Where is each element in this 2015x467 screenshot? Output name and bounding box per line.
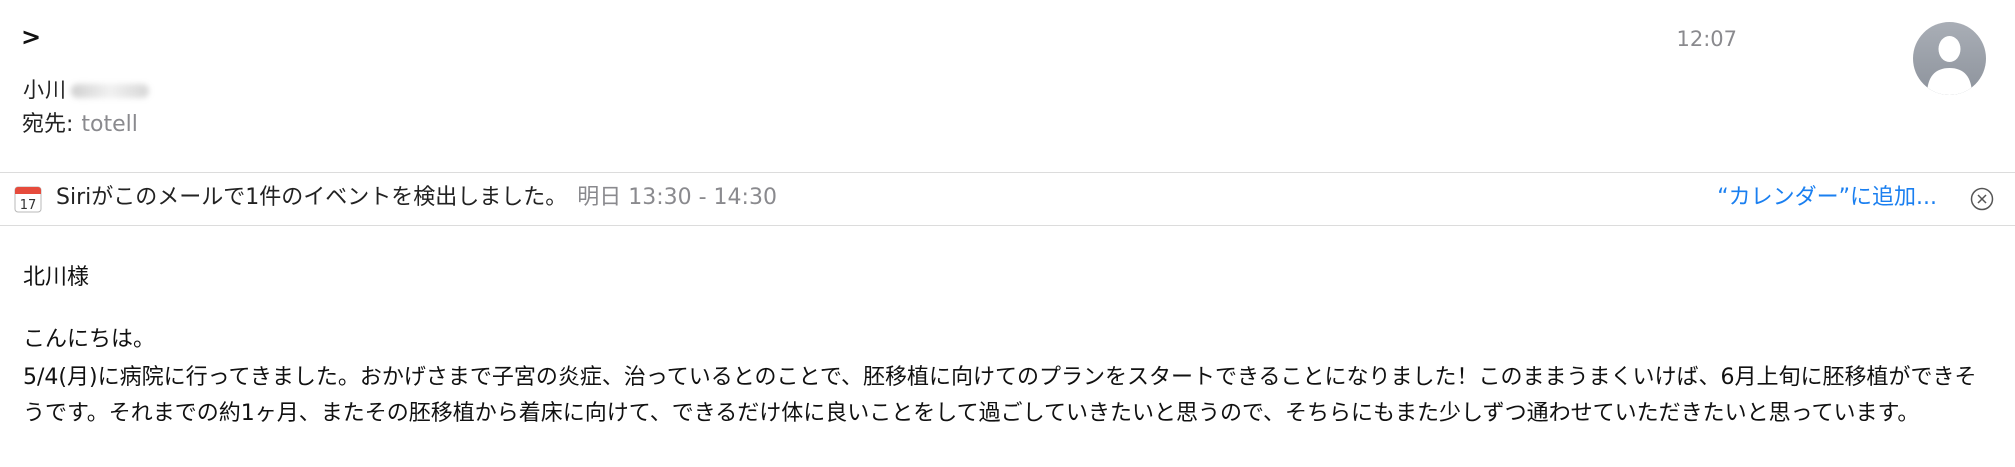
expand-chevron-icon[interactable]: >: [21, 20, 41, 54]
mail-message-view: > 小川 宛先: totell 12:07 17 Siriがこのメールで1件のイベ…: [0, 0, 2015, 467]
message-time: 12:07: [1676, 27, 1737, 51]
recipient-row: 宛先: totell: [22, 110, 138, 140]
sender-name[interactable]: 小川: [23, 76, 149, 104]
calendar-icon: 17: [14, 186, 42, 213]
siri-event-message: Siriがこのメールで1件のイベントを検出しました。: [56, 185, 568, 210]
recipient-label: 宛先:: [22, 112, 74, 137]
recipient-address[interactable]: totell: [81, 112, 137, 137]
siri-event-banner: 17 Siriがこのメールで1件のイベントを検出しました。 明日 13:30 - …: [0, 172, 2015, 226]
salutation: 北川様: [23, 265, 90, 290]
siri-event-time: 明日 13:30 - 14:30: [577, 185, 777, 210]
avatar: [1913, 22, 1986, 95]
sender-name-text: 小川: [23, 78, 67, 102]
message-body: 北川様 こんにちは。 5/4(月)に病院に行ってきました。おかげさまで子宮の炎症…: [23, 262, 1978, 432]
body-paragraph: 5/4(月)に病院に行ってきました。おかげさまで子宮の炎症、治っているとのことで…: [23, 365, 1977, 426]
message-header: > 小川 宛先: totell 12:07: [0, 0, 2015, 172]
person-silhouette-icon: [1927, 36, 1972, 95]
siri-event-text: Siriがこのメールで1件のイベントを検出しました。 明日 13:30 - 14:…: [56, 183, 777, 213]
calendar-day-number: 17: [20, 198, 37, 213]
add-to-calendar-button[interactable]: “カレンダー”に追加...: [1717, 183, 1937, 213]
greeting: こんにちは。: [23, 327, 156, 352]
dismiss-banner-icon[interactable]: [1970, 187, 1994, 211]
sender-name-redaction: [71, 84, 149, 98]
